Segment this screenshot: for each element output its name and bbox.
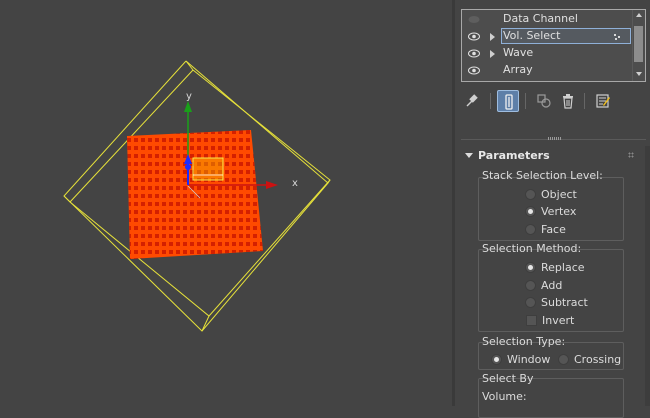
radio-button[interactable]: [525, 206, 536, 217]
rollout-grip-icon[interactable]: [628, 152, 634, 158]
panel-scrollbar[interactable]: [645, 146, 650, 406]
stack-item-label: Vol. Select: [503, 29, 561, 42]
command-panel: Data Channel Vol. Select Wave Array Para…: [455, 0, 650, 418]
make-unique-icon: [537, 94, 551, 108]
trash-icon: [563, 94, 573, 109]
scroll-thumb[interactable]: [634, 26, 643, 62]
radio-label: Add: [541, 279, 563, 292]
stack-item-data-channel[interactable]: Data Channel: [462, 11, 634, 28]
checkbox[interactable]: [526, 315, 537, 326]
eye-icon[interactable]: [468, 32, 480, 41]
y-axis-label: y: [186, 91, 192, 102]
group-title: Selection Method:: [482, 242, 582, 255]
stack-item-vol-select[interactable]: Vol. Select: [462, 28, 634, 45]
checkbox-label: Invert: [542, 314, 575, 327]
perspective-viewport[interactable]: y x: [0, 0, 452, 406]
radio-button[interactable]: [525, 297, 536, 308]
radio-label: Face: [541, 223, 566, 236]
show-end-result-button[interactable]: [497, 90, 519, 112]
scroll-up-icon[interactable]: [636, 13, 642, 17]
stack-scrollbar[interactable]: [632, 10, 645, 81]
rollout-title: Parameters: [478, 149, 550, 162]
group-title: Select By: [482, 372, 534, 385]
radio-button[interactable]: [525, 224, 536, 235]
stack-toolbar: [461, 90, 646, 114]
modifier-stack-list[interactable]: Data Channel Vol. Select Wave Array: [461, 9, 646, 82]
parameters-rollout-header[interactable]: Parameters: [461, 146, 641, 166]
plane-mesh[interactable]: [127, 130, 263, 259]
pin-stack-icon: [466, 94, 478, 107]
eye-icon[interactable]: [468, 49, 480, 58]
stack-item-label: Data Channel: [503, 12, 578, 25]
stack-item-wave[interactable]: Wave: [462, 45, 634, 62]
stack-item-array[interactable]: Array: [462, 62, 634, 79]
stack-item-label: Array: [503, 63, 533, 76]
splitter-grip-icon[interactable]: [548, 137, 562, 140]
y-axis-arrow-icon: [184, 101, 192, 112]
x-axis-arrow-icon: [266, 181, 278, 189]
radio-label: Object: [541, 188, 577, 201]
radio-button[interactable]: [558, 354, 569, 365]
volume-label: Volume:: [482, 390, 527, 403]
show-end-result-icon: [505, 94, 513, 110]
group-title: Selection Type:: [482, 335, 566, 348]
radio-button[interactable]: [525, 189, 536, 200]
configure-modifier-sets-button[interactable]: [592, 90, 614, 112]
expand-arrow-icon[interactable]: [490, 33, 495, 41]
radio-button[interactable]: [491, 354, 502, 365]
scroll-down-icon[interactable]: [636, 72, 642, 76]
radio-label: Vertex: [541, 205, 577, 218]
sub-object-dots-icon: [614, 34, 620, 40]
scene-canvas[interactable]: y x: [0, 0, 452, 406]
group-title: Stack Selection Level:: [482, 169, 603, 182]
expand-arrow-icon[interactable]: [490, 50, 495, 58]
radio-label: Window: [507, 353, 551, 366]
radio-label: Subtract: [541, 296, 588, 309]
x-axis-label: x: [292, 178, 298, 189]
radio-label: Crossing: [574, 353, 622, 366]
pin-stack-button[interactable]: [461, 90, 483, 112]
make-unique-button[interactable]: [533, 90, 555, 112]
eye-icon[interactable]: [468, 66, 480, 75]
radio-button[interactable]: [525, 262, 536, 273]
radio-button[interactable]: [525, 280, 536, 291]
radio-label: Replace: [541, 261, 585, 274]
configure-sets-icon: [596, 94, 610, 108]
panel-splitter[interactable]: [461, 129, 646, 141]
remove-modifier-button[interactable]: [557, 90, 579, 112]
eye-hidden-icon[interactable]: [468, 15, 480, 24]
collapse-arrow-icon[interactable]: [465, 153, 473, 158]
stack-item-label: Wave: [503, 46, 534, 59]
